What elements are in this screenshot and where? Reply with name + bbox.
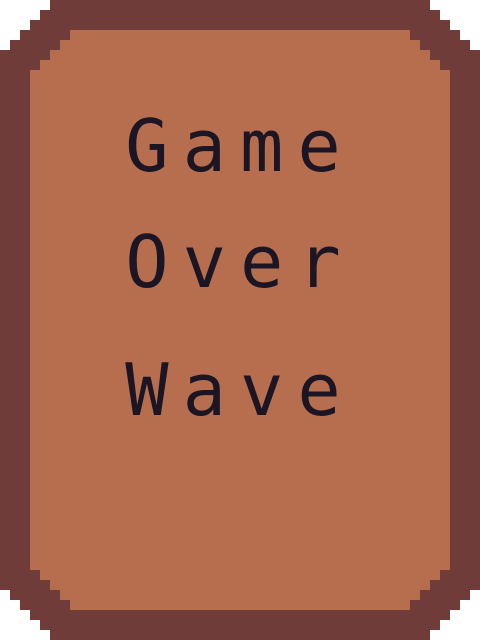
game-over-line-2: Over: [125, 220, 355, 304]
wave-label: Wave: [125, 348, 355, 432]
game-over-text-group: Game Over Wave: [30, 0, 450, 640]
game-over-line-1: Game: [125, 104, 355, 188]
